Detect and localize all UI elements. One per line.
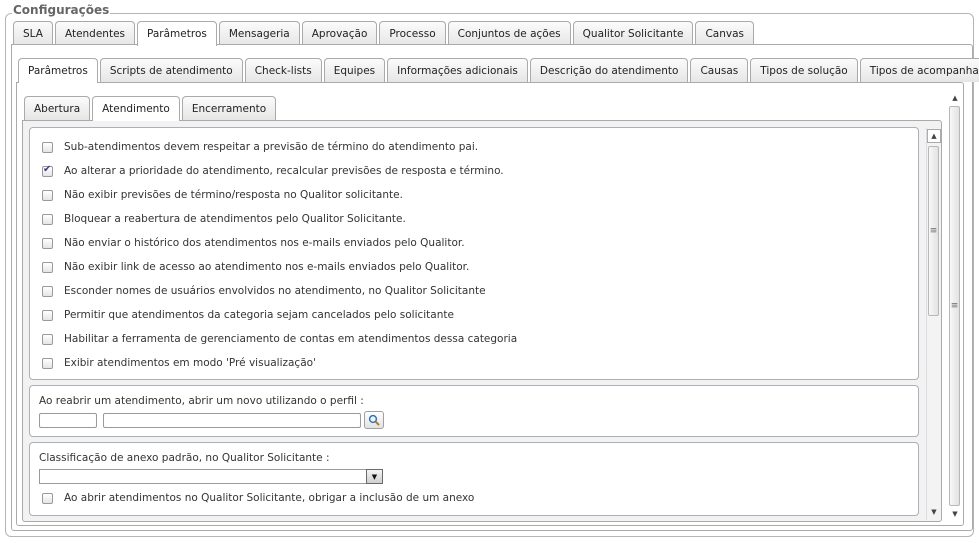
checkbox[interactable] — [42, 285, 53, 297]
profile-code-input[interactable] — [39, 413, 97, 428]
option-label: Ao abrir atendimentos no Qualitor Solici… — [64, 492, 475, 504]
checkbox[interactable] — [42, 261, 53, 273]
option-gerenciamento-contas[interactable]: Habilitar a ferramenta de gerenciamento … — [42, 333, 517, 345]
options-group: Sub-atendimentos devem respeitar a previ… — [29, 127, 919, 380]
option-obrigar-anexo[interactable]: Ao abrir atendimentos no Qualitor Solici… — [42, 492, 474, 504]
option-permitir-cancelamento[interactable]: Permitir que atendimentos da categoria s… — [42, 309, 454, 321]
anexo-classification-label: Classificação de anexo padrão, no Qualit… — [39, 452, 330, 464]
scroll-down-arrow-icon[interactable]: ▼ — [948, 507, 962, 521]
chevron-down-icon[interactable]: ▼ — [366, 469, 383, 484]
tab-abertura[interactable]: Abertura — [24, 96, 91, 120]
outer-scrollbar[interactable]: ▲ ≡ ▼ — [948, 88, 963, 524]
option-label: Não enviar o histórico dos atendimentos … — [64, 237, 465, 249]
option-esconder-nomes[interactable]: Esconder nomes de usuários envolvidos no… — [42, 285, 486, 297]
scroll-up-arrow-icon[interactable]: ▲ — [948, 91, 962, 105]
reopen-profile-group: Ao reabrir um atendimento, abrir um novo… — [29, 385, 919, 437]
subtab-informacoes-adicionais[interactable]: Informações adicionais — [387, 58, 528, 82]
scroll-down-arrow-icon[interactable]: ▼ — [927, 505, 941, 519]
checkbox[interactable] — [42, 189, 53, 201]
option-nao-exibir-link[interactable]: Não exibir link de acesso ao atendimento… — [42, 261, 469, 273]
option-label: Esconder nomes de usuários envolvidos no… — [64, 285, 486, 297]
subtab-descricao-do-atendimento[interactable]: Descrição do atendimento — [529, 58, 689, 82]
option-label: Não exibir previsões de término/resposta… — [64, 189, 403, 201]
checkbox[interactable] — [42, 237, 53, 249]
subtab-tipos-de-solucao[interactable]: Tipos de solução — [750, 58, 858, 82]
option-nao-exibir-previsoes[interactable]: Não exibir previsões de término/resposta… — [42, 189, 403, 201]
option-pre-visualizacao[interactable]: Exibir atendimentos em modo 'Pré visuali… — [42, 357, 316, 369]
sub-tab-bar: Parâmetros Scripts de atendimento Check-… — [18, 58, 979, 83]
option-label: Permitir que atendimentos da categoria s… — [64, 309, 454, 321]
subtab-check-lists[interactable]: Check-lists — [244, 58, 322, 82]
scroll-thumb[interactable]: ≡ — [928, 146, 939, 316]
option-label: Bloquear a reabertura de atendimentos pe… — [64, 213, 406, 225]
search-icon — [368, 414, 380, 426]
checkbox[interactable] — [42, 333, 53, 345]
scroll-thumb[interactable]: ≡ — [949, 106, 960, 506]
inner-scrollbar[interactable]: ▲ ≡ ▼ — [926, 128, 941, 520]
checkbox[interactable] — [42, 141, 53, 153]
anexo-group: Classificação de anexo padrão, no Qualit… — [29, 442, 919, 516]
scroll-up-arrow-icon[interactable]: ▲ — [927, 129, 941, 143]
profile-lookup-button[interactable] — [364, 411, 384, 429]
tab-mensageria[interactable]: Mensageria — [218, 21, 300, 45]
subtab-scripts-de-atendimento[interactable]: Scripts de atendimento — [99, 58, 243, 82]
checkbox[interactable] — [42, 213, 53, 225]
anexo-classification-select[interactable]: ▼ — [39, 469, 383, 484]
tab-conjuntos-de-acoes[interactable]: Conjuntos de ações — [447, 21, 571, 45]
tab-qualitor-solicitante[interactable]: Qualitor Solicitante — [572, 21, 694, 45]
option-recalcular-previsoes[interactable]: Ao alterar a prioridade do atendimento, … — [42, 164, 504, 177]
phase-tab-bar: Abertura Atendimento Encerramento — [24, 96, 278, 121]
fieldset-legend: Configurações — [12, 3, 111, 17]
option-subatendimentos[interactable]: Sub-atendimentos devem respeitar a previ… — [42, 141, 478, 153]
tab-aprovacao[interactable]: Aprovação — [301, 21, 378, 45]
option-label: Exibir atendimentos em modo 'Pré visuali… — [64, 357, 316, 369]
reopen-profile-label: Ao reabrir um atendimento, abrir um novo… — [39, 395, 364, 407]
option-label: Sub-atendimentos devem respeitar a previ… — [64, 141, 479, 153]
main-tab-bar: SLA Atendentes Parâmetros Mensageria Apr… — [13, 21, 756, 46]
subtab-parametros[interactable]: Parâmetros — [18, 58, 98, 83]
subtab-tipos-de-acompanhamento[interactable]: Tipos de acompanhamento — [859, 58, 979, 82]
checkbox[interactable] — [42, 357, 53, 369]
tab-canvas[interactable]: Canvas — [695, 21, 754, 45]
tab-parametros[interactable]: Parâmetros — [137, 21, 217, 46]
option-label: Habilitar a ferramenta de gerenciamento … — [64, 333, 518, 345]
tab-atendimento[interactable]: Atendimento — [92, 96, 180, 121]
option-bloquear-reabertura[interactable]: Bloquear a reabertura de atendimentos pe… — [42, 213, 406, 225]
tab-encerramento[interactable]: Encerramento — [181, 96, 277, 120]
checkbox[interactable] — [42, 164, 53, 177]
tab-sla[interactable]: SLA — [13, 21, 53, 45]
profile-name-input[interactable] — [103, 413, 361, 428]
tab-processo[interactable]: Processo — [379, 21, 446, 45]
checkbox[interactable] — [42, 309, 53, 321]
subtab-equipes[interactable]: Equipes — [323, 58, 386, 82]
option-nao-enviar-historico[interactable]: Não enviar o histórico dos atendimentos … — [42, 237, 465, 249]
option-label: Ao alterar a prioridade do atendimento, … — [64, 165, 504, 177]
option-label: Não exibir link de acesso ao atendimento… — [64, 261, 470, 273]
tab-atendentes[interactable]: Atendentes — [54, 21, 136, 45]
checkbox[interactable] — [42, 492, 53, 504]
subtab-causas[interactable]: Causas — [690, 58, 749, 82]
